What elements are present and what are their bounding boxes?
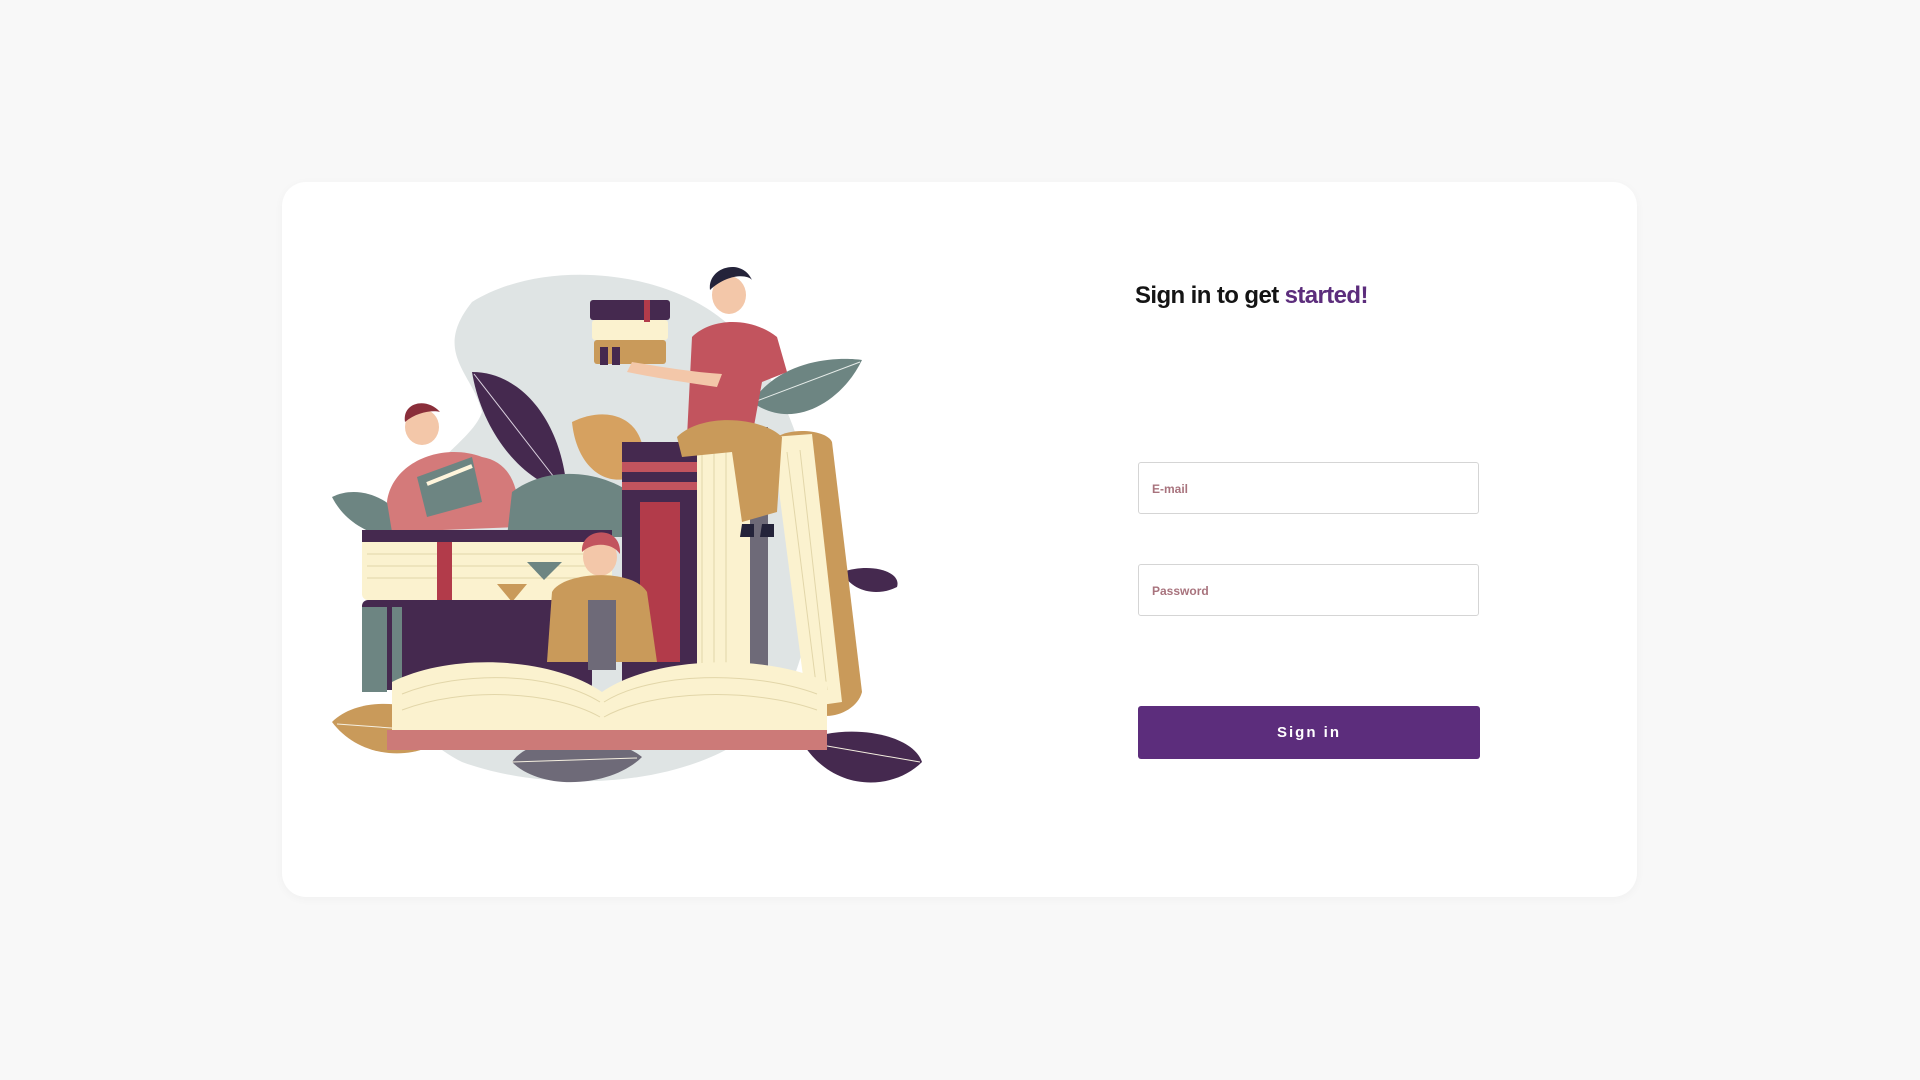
reading-people-illustration [322, 262, 922, 822]
email-field[interactable] [1138, 462, 1479, 514]
signin-title: Sign in to get started! [1135, 282, 1368, 310]
title-prefix: Sign in to get [1135, 282, 1285, 309]
signin-card: Sign in to get started! Sign in [282, 182, 1637, 897]
title-accent: started! [1284, 282, 1369, 309]
password-field[interactable] [1138, 564, 1479, 616]
signin-button[interactable]: Sign in [1138, 706, 1480, 759]
